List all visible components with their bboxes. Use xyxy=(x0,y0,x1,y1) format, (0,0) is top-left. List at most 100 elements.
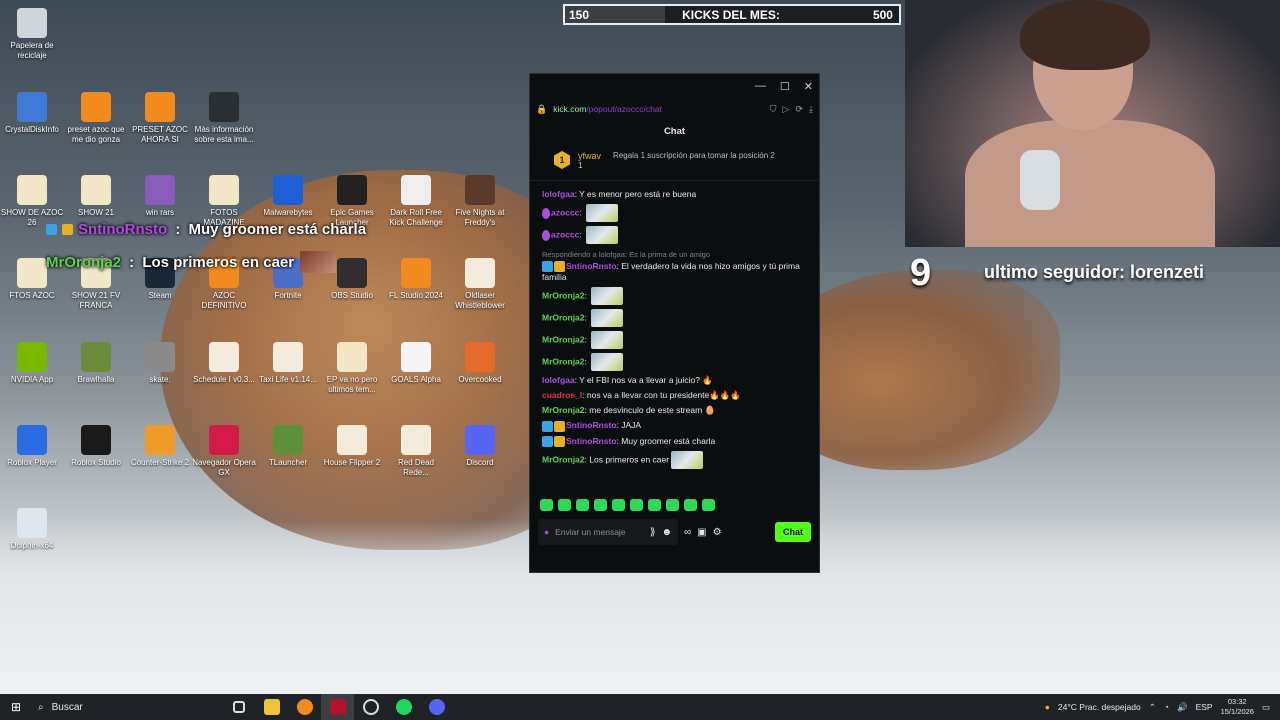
chat-message-list[interactable]: lolofgaa: Y es menor pero está re buena a… xyxy=(530,181,819,491)
desktop-icon[interactable]: Navegador Opera GX xyxy=(192,425,256,478)
settings-gear-icon[interactable]: ⚙ xyxy=(713,527,722,538)
chat-username[interactable]: SntinoRnsto xyxy=(566,261,617,271)
desktop-icon[interactable]: preset azoc que me dio gonza xyxy=(64,92,128,145)
emote-icon[interactable] xyxy=(630,499,643,511)
desktop-icon[interactable]: Oldlaser Whistleblower xyxy=(448,258,512,311)
chat-message[interactable]: MrOronja2: xyxy=(542,331,807,350)
desktop-icon[interactable]: Más información sobre esta ima... xyxy=(192,92,256,145)
desktop-icon[interactable]: Roblox Player xyxy=(0,425,64,468)
desktop-icon[interactable]: Counter-Strike 2 xyxy=(128,425,192,468)
chat-username[interactable]: lolofgaa xyxy=(542,189,575,199)
download-icon[interactable]: ⤓ xyxy=(809,104,813,115)
chat-message[interactable]: MrOronja2: me desvinculo de este stream … xyxy=(542,405,807,416)
desktop-icon[interactable]: win rars xyxy=(128,175,192,218)
discord-taskbar-icon[interactable] xyxy=(420,694,453,720)
desktop-icon[interactable]: Red Dead Rede... xyxy=(384,425,448,478)
desktop-icon[interactable]: Discord xyxy=(448,425,512,468)
chat-username[interactable]: MrOronja2 xyxy=(542,454,585,464)
chat-username[interactable]: MrOronja2 xyxy=(542,313,585,323)
volume-icon[interactable]: 🔊 xyxy=(1177,702,1188,713)
chat-message[interactable]: MrOronja2: Los primeros en caer xyxy=(542,450,807,469)
desktop-icon[interactable]: Malwarebytes xyxy=(256,175,320,218)
chat-message[interactable]: azoccc: xyxy=(542,204,807,222)
emote-icon[interactable] xyxy=(648,499,661,511)
desktop-icon[interactable]: SHOW 21 xyxy=(64,175,128,218)
emoji-icon[interactable]: ☻ xyxy=(661,527,672,538)
chat-message[interactable]: cuadros_l: nos va a llevar con tu presid… xyxy=(542,390,807,401)
windows-start-icon[interactable]: ⊞ xyxy=(0,700,32,714)
emote-icon[interactable] xyxy=(540,499,553,511)
desktop-icon[interactable]: FL Studio 2024 xyxy=(384,258,448,301)
chat-username[interactable]: MrOronja2 xyxy=(542,291,585,301)
shield-icon[interactable]: ⛉ xyxy=(770,104,777,115)
chat-message[interactable]: SntinoRnsto: Muy groomer está charla xyxy=(542,436,807,447)
close-icon[interactable]: ✕ xyxy=(804,80,813,93)
emote-icon[interactable] xyxy=(684,499,697,511)
chat-message[interactable]: lolofgaa: Y el FBI nos va a llevar a jui… xyxy=(542,375,807,386)
desktop-icon[interactable]: Overcooked xyxy=(448,342,512,385)
tray-overflow-icon[interactable]: ⌃ xyxy=(1149,702,1156,713)
weather-text[interactable]: 24°C Prac. despejado xyxy=(1058,702,1141,712)
chat-username[interactable]: SntinoRnsto xyxy=(566,436,617,446)
desktop-icon[interactable]: NVIDIA App xyxy=(0,342,64,385)
desktop-icon[interactable]: Dolphin-x64 xyxy=(0,508,64,551)
gift-icon[interactable]: ▣ xyxy=(697,527,706,538)
notifications-icon[interactable]: ▭ xyxy=(1262,702,1270,713)
chat-username[interactable]: MrOronja2 xyxy=(542,335,585,345)
maximize-icon[interactable]: ☐ xyxy=(780,80,790,93)
desktop-icon[interactable]: Roblox Studio xyxy=(64,425,128,468)
minimize-icon[interactable]: — xyxy=(755,80,766,92)
spotify-taskbar-icon[interactable] xyxy=(387,694,420,720)
play-icon[interactable]: ▷ xyxy=(783,104,790,115)
chat-message[interactable]: MrOronja2: xyxy=(542,309,807,328)
desktop-icon[interactable]: CrystalDiskInfo xyxy=(0,92,64,135)
chat-message[interactable]: azoccc: xyxy=(542,226,807,244)
task-view-icon[interactable] xyxy=(222,694,255,720)
desktop-icon[interactable]: EP va no pero ultimos tem... xyxy=(320,342,384,395)
desktop-icon[interactable]: Five Nights at Freddy's xyxy=(448,175,512,228)
language-label[interactable]: ESP xyxy=(1196,702,1213,712)
emote-icon[interactable] xyxy=(576,499,589,511)
desktop-icon[interactable]: Schedule I v0.3... xyxy=(192,342,256,385)
clock[interactable]: 03:32 15/1/2026 xyxy=(1221,697,1254,717)
fl-studio-taskbar-icon[interactable] xyxy=(288,694,321,720)
url-field[interactable]: kick.com/popout/azoccc/chat xyxy=(553,104,764,114)
send-chat-button[interactable]: Chat xyxy=(775,522,811,542)
chat-message[interactable]: SntinoRnsto: JAJA xyxy=(542,420,807,432)
translate-icon[interactable]: ⟫ xyxy=(650,527,656,538)
emote-icon[interactable] xyxy=(612,499,625,511)
chat-username[interactable]: SntinoRnsto xyxy=(566,420,617,430)
desktop-icon[interactable]: House Flipper 2 xyxy=(320,425,384,468)
taskbar-search[interactable]: ⌕ Buscar xyxy=(32,702,222,713)
chat-message[interactable]: MrOronja2: xyxy=(542,287,807,306)
desktop-icon[interactable]: Brawlhalla xyxy=(64,342,128,385)
desktop-icon[interactable]: TLauncher xyxy=(256,425,320,468)
chat-username[interactable]: lolofgaa xyxy=(542,375,575,385)
obs-taskbar-icon[interactable] xyxy=(321,694,354,720)
opera-taskbar-icon[interactable] xyxy=(354,694,387,720)
file-explorer-icon[interactable] xyxy=(255,694,288,720)
desktop-icon[interactable]: Dark Roll Free Kick Challenge xyxy=(384,175,448,228)
network-icon[interactable]: ◔ xyxy=(1164,702,1169,712)
chat-message[interactable]: lolofgaa: Y es menor pero está re buena xyxy=(542,189,807,200)
desktop-icon[interactable]: GOALS Alpha xyxy=(384,342,448,385)
infinity-icon[interactable]: ∞ xyxy=(684,527,691,538)
emote-icon[interactable] xyxy=(558,499,571,511)
chat-message[interactable]: MrOronja2: xyxy=(542,353,807,372)
desktop-icon[interactable]: PRESET AZOC AHORA SI xyxy=(128,92,192,145)
chat-username[interactable]: MrOronja2 xyxy=(542,357,585,367)
chat-message[interactable]: SntinoRnsto: El verdadero la vida nos hi… xyxy=(542,261,807,283)
emote-icon[interactable] xyxy=(702,499,715,511)
chat-username[interactable]: azoccc xyxy=(551,229,579,239)
desktop-icon[interactable]: Taxi Life v1.14... xyxy=(256,342,320,385)
chat-username[interactable]: cuadros_l xyxy=(542,390,582,400)
emote-icon[interactable] xyxy=(666,499,679,511)
chat-username[interactable]: azoccc xyxy=(551,207,579,217)
top-gifter-user[interactable]: yfwav xyxy=(578,151,601,161)
extensions-icon[interactable]: ⟳ xyxy=(795,104,803,115)
emote-icon[interactable] xyxy=(594,499,607,511)
desktop-icon[interactable]: Papelera de reciclaje xyxy=(0,8,64,61)
desktop-icon[interactable]: skate. xyxy=(128,342,192,385)
chat-username[interactable]: MrOronja2 xyxy=(542,405,585,415)
chat-input[interactable]: ● Enviar un mensaje ⟫ ☻ xyxy=(538,519,678,545)
